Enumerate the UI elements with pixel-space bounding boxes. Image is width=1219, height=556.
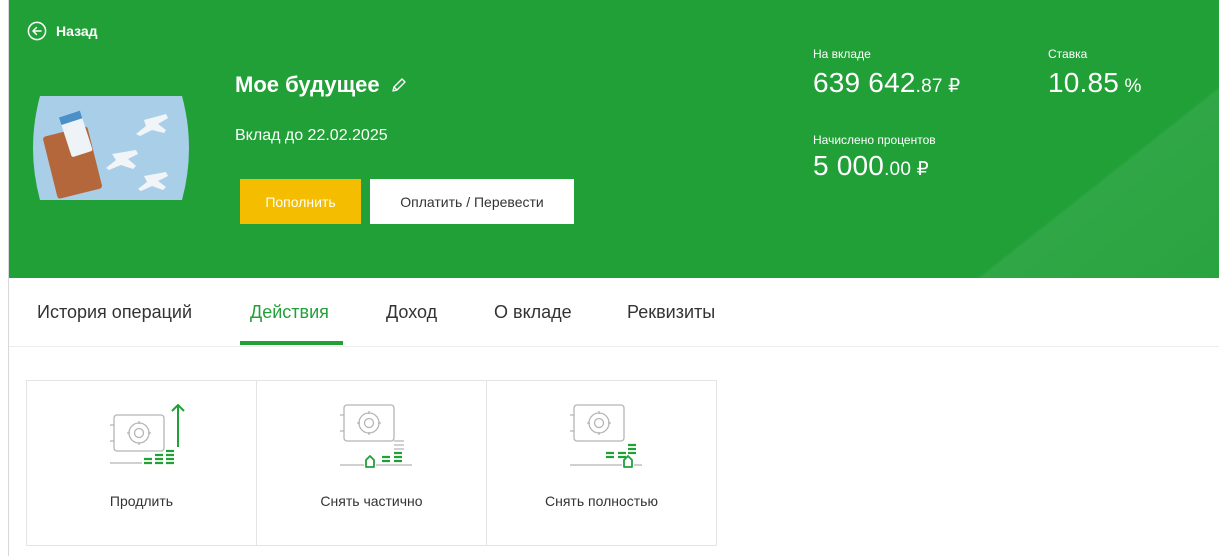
deposit-maturity: Вклад до 22.02.2025 (235, 127, 388, 144)
edit-pencil-icon[interactable] (390, 76, 408, 94)
actions-grid: Продлить Снять частично Снять полностью (26, 380, 717, 546)
deposit-tabs: История операций Действия Доход О вкладе… (9, 278, 1219, 347)
deposit-header: Назад Мое будущее Вклад до 22.02.2025 По… (9, 0, 1219, 278)
active-tab-indicator (240, 341, 343, 345)
interest-label: Начислено процентов (813, 133, 936, 147)
balance-main: 639 642 (813, 67, 916, 98)
rate-label: Ставка (1048, 47, 1088, 61)
extend-action-card[interactable]: Продлить (26, 380, 257, 546)
rate-unit: % (1119, 76, 1142, 97)
withdraw-full-action-label: Снять полностью (545, 493, 658, 509)
balance-fraction: .87 ₽ (915, 76, 961, 97)
window-left-edge (0, 0, 9, 556)
tab-actions[interactable]: Действия (250, 278, 329, 346)
tab-income[interactable]: Доход (386, 278, 437, 346)
withdraw-partial-action-label: Снять частично (320, 493, 423, 509)
deposit-travel-image (33, 96, 189, 200)
extend-action-label: Продлить (109, 493, 174, 509)
tab-requisites[interactable]: Реквизиты (627, 278, 715, 346)
interest-fraction: .00 ₽ (884, 159, 929, 180)
back-label: Назад (56, 23, 98, 39)
balance-label: На вкладе (813, 47, 871, 61)
balance-value: 639 642.87 ₽ (813, 67, 960, 99)
topup-button[interactable]: Пополнить (240, 179, 361, 224)
interest-main: 5 000 (813, 150, 885, 181)
safe-withdraw-full-icon (570, 404, 642, 468)
rate-value: 10.85 % (1048, 67, 1142, 99)
withdraw-partial-action-card[interactable]: Снять частично (256, 380, 487, 546)
tab-history[interactable]: История операций (37, 278, 192, 346)
tab-about[interactable]: О вкладе (494, 278, 572, 346)
back-link[interactable]: Назад (27, 21, 98, 41)
deposit-name: Мое будущее (235, 72, 380, 97)
withdraw-full-action-card[interactable]: Снять полностью (486, 380, 717, 546)
rate-main: 10.85 (1048, 67, 1120, 98)
deposit-title: Мое будущее (235, 72, 408, 98)
safe-extend-icon (110, 404, 185, 465)
pay-transfer-button[interactable]: Оплатить / Перевести (370, 179, 574, 224)
safe-withdraw-partial-icon (340, 404, 412, 468)
interest-value: 5 000.00 ₽ (813, 150, 929, 182)
back-arrow-icon (27, 21, 47, 41)
